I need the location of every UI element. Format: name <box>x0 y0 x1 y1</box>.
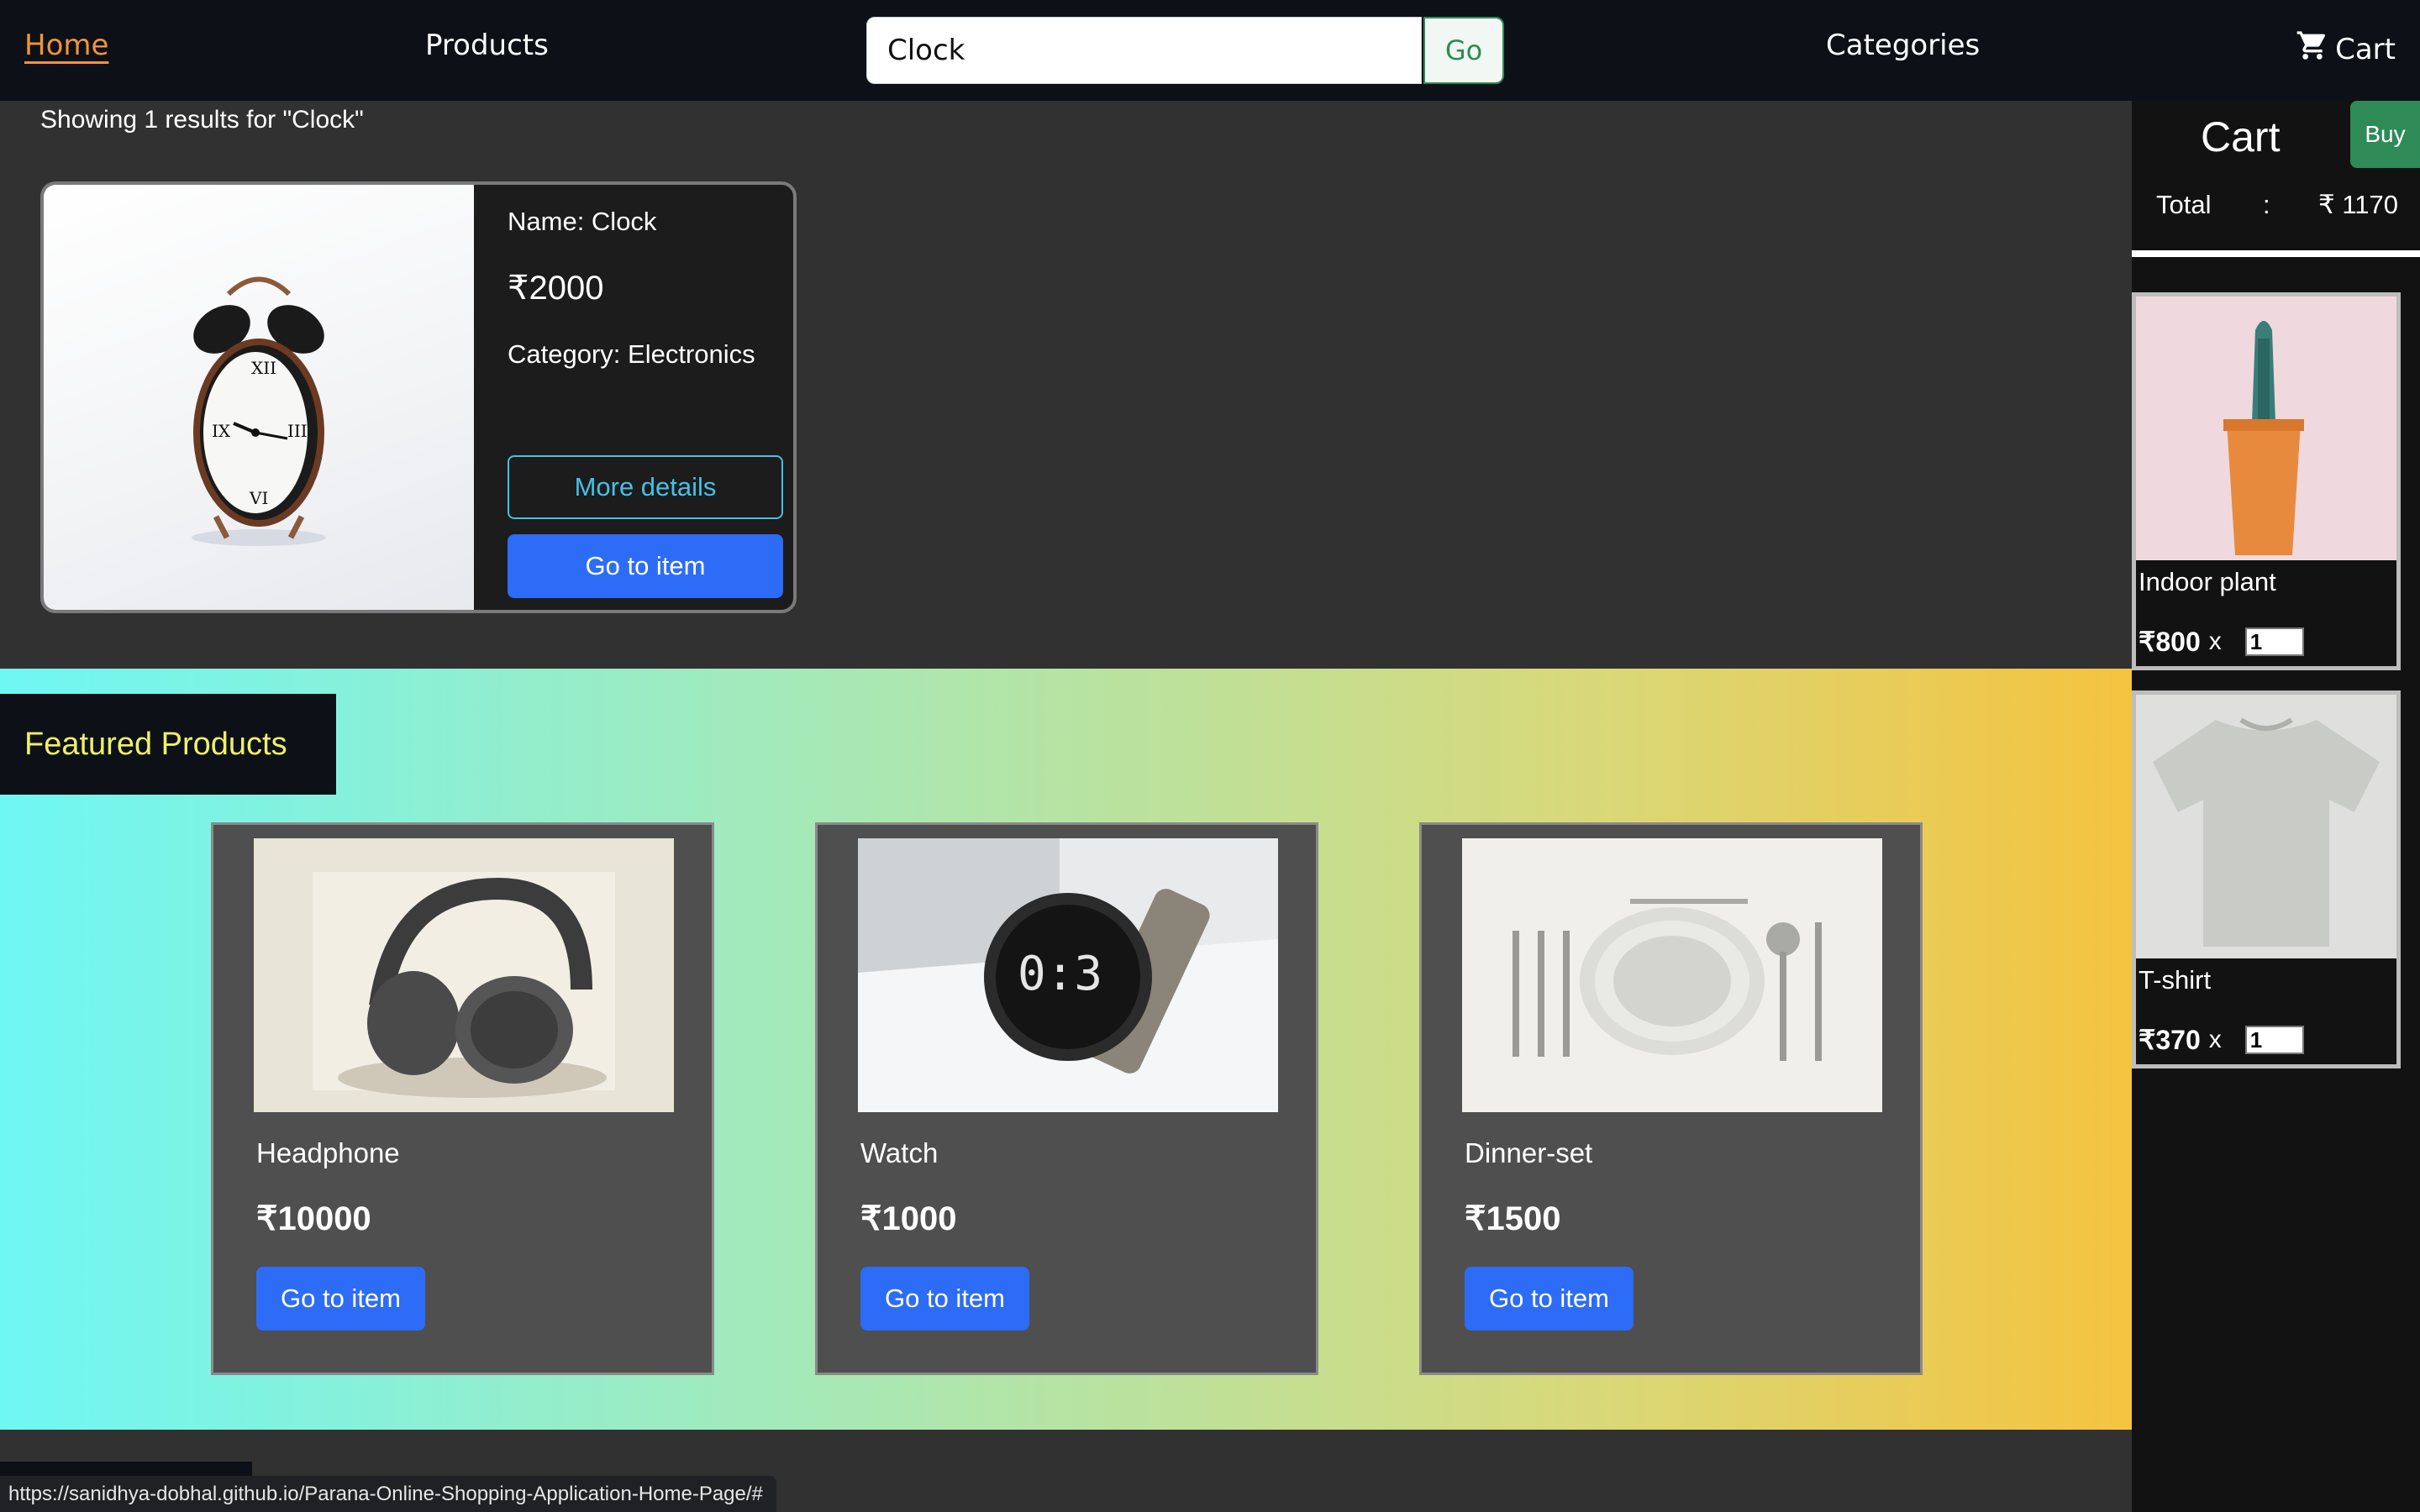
svg-text:IX: IX <box>212 421 231 441</box>
nav-products-link[interactable]: Products <box>425 29 549 62</box>
navbar: Home Products Clock Go Categories Cart <box>0 0 2420 101</box>
search-go-button[interactable]: Go <box>1423 17 1504 84</box>
featured-goto-button[interactable]: Go to item <box>256 1267 425 1331</box>
svg-text:XII: XII <box>251 358 276 378</box>
cart-title: Cart <box>2201 113 2281 160</box>
cart-item-multiply: x <box>2208 627 2222 655</box>
cart-total-label: Total <box>2156 190 2212 219</box>
results-summary: Showing 1 results for "Clock" <box>40 106 364 134</box>
status-bar-url: https://sanidhya-dobhal.github.io/Parana… <box>0 1476 776 1512</box>
watch-image: 0:3 <box>858 838 1278 1112</box>
featured-title: Featured Products <box>0 694 336 795</box>
cart-item-price: ₹800 <box>2139 627 2201 657</box>
headphone-image <box>254 838 674 1112</box>
featured-section: Featured Products Headphone ₹10000 Go to… <box>0 669 2132 1430</box>
nav-home-link[interactable]: Home <box>24 29 108 62</box>
featured-price: ₹1500 <box>1465 1200 1561 1237</box>
nav-cart-link[interactable]: Cart <box>2295 29 2396 70</box>
tshirt-image <box>2136 695 2396 958</box>
featured-name: Watch <box>860 1137 939 1168</box>
shopping-cart-icon <box>2295 29 2330 70</box>
cart-item-price-row: ₹800 x 1 <box>2139 626 2304 658</box>
svg-text:VI: VI <box>249 488 268 508</box>
result-name: Name: Clock <box>508 207 657 236</box>
search-input[interactable]: Clock <box>866 17 1422 84</box>
cart-item-multiply: x <box>2208 1026 2222 1053</box>
featured-goto-button[interactable]: Go to item <box>860 1267 1029 1331</box>
cart-item-plant: Indoor plant ₹800 x 1 <box>2132 292 2401 670</box>
cart-total-value: ₹ 1170 <box>2318 190 2398 219</box>
cart-item-tshirt: T-shirt ₹370 x 1 <box>2132 690 2401 1068</box>
featured-name: Dinner-set <box>1465 1137 1593 1168</box>
more-details-button[interactable]: More details <box>508 455 783 519</box>
plant-image <box>2136 297 2396 560</box>
cart-panel: Cart Buy Total : ₹ 1170 Indoor plant ₹80… <box>2132 101 2420 1512</box>
nav-cart-label: Cart <box>2335 32 2396 66</box>
cart-item-name: T-shirt <box>2139 965 2212 995</box>
featured-card-watch: 0:3 Watch ₹1000 Go to item <box>815 822 1318 1375</box>
result-body: Name: Clock ₹2000 Category: Electronics … <box>474 185 793 610</box>
result-card: XII III VI IX Name: Clock ₹2000 Category… <box>40 181 797 613</box>
featured-price: ₹10000 <box>256 1200 371 1237</box>
cart-item-qty-input[interactable]: 1 <box>2244 1026 2304 1054</box>
nav-categories-link[interactable]: Categories <box>1826 29 1980 62</box>
cart-item-price: ₹370 <box>2139 1025 2201 1055</box>
clock-image: XII III VI IX <box>44 185 474 610</box>
featured-card-headphone: Headphone ₹10000 Go to item <box>211 822 714 1375</box>
cart-divider <box>2132 250 2420 257</box>
svg-text:0:3: 0:3 <box>1018 947 1102 1001</box>
featured-name: Headphone <box>256 1137 400 1168</box>
buy-button[interactable]: Buy <box>2350 101 2420 168</box>
cart-item-qty-input[interactable]: 1 <box>2244 627 2304 656</box>
dinnerset-image <box>1462 838 1882 1112</box>
result-category: Category: Electronics <box>508 339 755 369</box>
result-goto-button[interactable]: Go to item <box>508 534 783 598</box>
cart-total-colon: : <box>2263 190 2270 219</box>
svg-text:III: III <box>287 421 308 441</box>
featured-card-dinnerset: Dinner-set ₹1500 Go to item <box>1419 822 1923 1375</box>
result-price: ₹2000 <box>508 270 604 307</box>
featured-price: ₹1000 <box>860 1200 957 1237</box>
cart-item-name: Indoor plant <box>2139 567 2276 596</box>
featured-goto-button[interactable]: Go to item <box>1465 1267 1634 1331</box>
cart-item-price-row: ₹370 x 1 <box>2139 1024 2304 1056</box>
